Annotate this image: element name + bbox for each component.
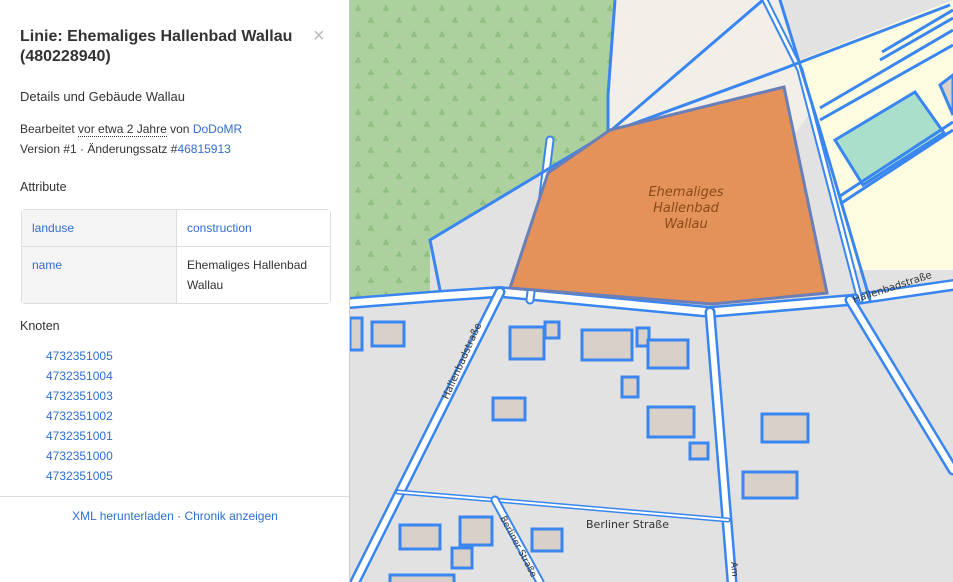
xml-download-link[interactable]: XML herunterladen xyxy=(72,509,174,523)
list-item: 4732351003 xyxy=(46,386,113,406)
version-line: Version #1 · Änderungssatz #46815913 xyxy=(20,139,242,159)
node-link[interactable]: 4732351005 xyxy=(46,349,113,363)
changeset-link[interactable]: 46815913 xyxy=(177,142,230,156)
attributes-table: landuse construction name Ehemaliges Hal… xyxy=(21,209,331,304)
attribute-key-link[interactable]: name xyxy=(32,258,62,272)
list-item: 4732351005 xyxy=(46,346,113,366)
list-item: 4732351000 xyxy=(46,446,113,466)
table-row: landuse construction xyxy=(22,210,330,247)
attribute-key-link[interactable]: landuse xyxy=(32,221,74,235)
list-item: 4732351002 xyxy=(46,406,113,426)
page-title: Linie: Ehemaliges Hallenbad Wallau (4802… xyxy=(20,28,293,65)
street-label: Berliner Straße xyxy=(586,518,669,531)
list-item: 4732351005 xyxy=(46,466,113,486)
node-link[interactable]: 4732351001 xyxy=(46,429,113,443)
edited-by-word: von xyxy=(170,122,190,136)
table-row: name Ehemaliges Hallenbad Wallau xyxy=(22,247,330,303)
history-link[interactable]: Chronik anzeigen xyxy=(184,509,277,523)
node-link[interactable]: 4732351005 xyxy=(46,469,113,483)
node-link[interactable]: 4732351000 xyxy=(46,449,113,463)
footer-separator: · xyxy=(173,509,185,523)
map-canvas[interactable]: ♣ ♣ xyxy=(350,0,953,582)
close-icon[interactable]: × xyxy=(313,26,325,46)
node-link[interactable]: 4732351003 xyxy=(46,389,113,403)
list-item: 4732351004 xyxy=(46,366,113,386)
version-text: Version #1 · Änderungssatz # xyxy=(20,142,178,156)
street-label: Am xyxy=(728,561,739,577)
nodes-heading: Knoten xyxy=(20,319,60,333)
user-link[interactable]: DoDoMR xyxy=(193,122,242,136)
node-link[interactable]: 4732351002 xyxy=(46,409,113,423)
attribute-value: Ehemaliges Hallenbad Wallau xyxy=(177,247,330,303)
edited-time: vor etwa 2 Jahre xyxy=(78,122,167,137)
feature-metadata: Bearbeitet vor etwa 2 Jahre von DoDoMR V… xyxy=(20,119,242,159)
node-link[interactable]: 4732351004 xyxy=(46,369,113,383)
list-item: 4732351001 xyxy=(46,426,113,446)
feature-description: Details und Gebäude Wallau xyxy=(20,89,186,104)
nodes-list: 4732351005 4732351004 4732351003 4732351… xyxy=(46,346,113,486)
map-view[interactable]: ♣ ♣ xyxy=(350,0,953,582)
sidebar: Linie: Ehemaliges Hallenbad Wallau (4802… xyxy=(0,0,350,582)
attribute-value-link[interactable]: construction xyxy=(187,221,252,235)
sidebar-footer: XML herunterladen · Chronik anzeigen xyxy=(0,496,349,523)
edited-line: Bearbeitet vor etwa 2 Jahre von DoDoMR xyxy=(20,119,242,139)
attributes-heading: Attribute xyxy=(20,180,67,194)
edited-prefix: Bearbeitet xyxy=(20,122,75,136)
